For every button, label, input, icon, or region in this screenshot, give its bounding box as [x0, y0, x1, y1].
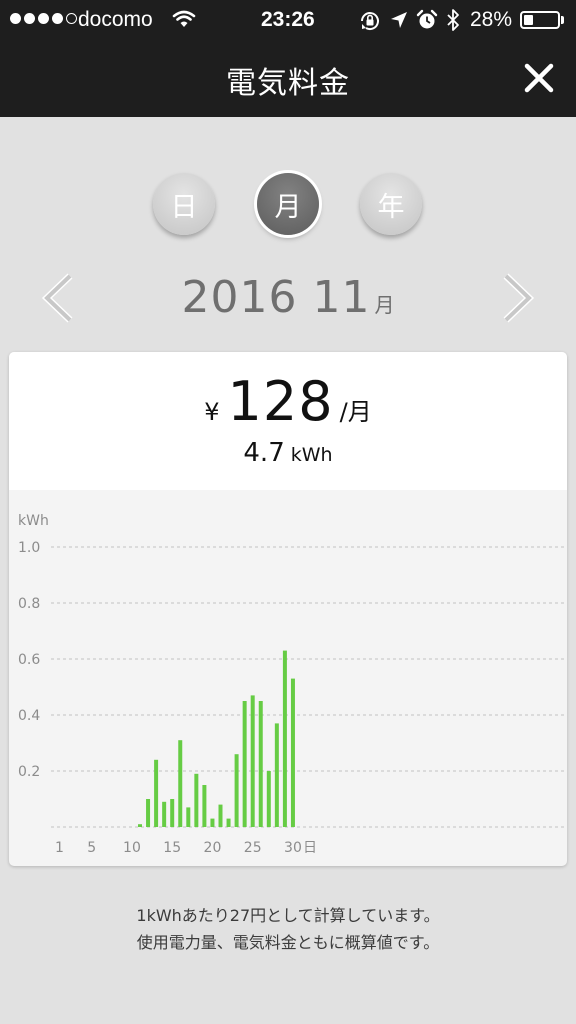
usage-bar — [146, 799, 151, 827]
date-unit: 月 — [374, 293, 395, 317]
energy-line: 4.7 kWh — [9, 438, 567, 468]
usage-bar — [178, 740, 183, 827]
tab-month[interactable]: 月 — [257, 173, 319, 235]
usage-bar — [194, 773, 199, 827]
energy-unit: kWh — [290, 444, 333, 466]
signal-dot — [38, 13, 49, 24]
battery-level-fill — [524, 15, 533, 25]
currency-symbol: ¥ — [204, 398, 220, 426]
x-tick-label: 5 — [87, 840, 96, 856]
x-tick-label: 15 — [163, 840, 181, 856]
tab-year[interactable]: 年 — [360, 173, 422, 235]
usage-bar — [186, 807, 191, 827]
battery-cap — [561, 16, 564, 24]
wifi-icon — [172, 10, 196, 27]
bluetooth-icon — [447, 9, 459, 31]
y-axis-label: kWh — [18, 513, 49, 529]
usage-bar — [202, 785, 207, 827]
nav-bar: 電気料金 — [0, 40, 576, 117]
usage-bar — [258, 701, 263, 827]
status-bar: docomo 23:26 28% — [0, 0, 576, 40]
energy-value: 4.7 — [243, 438, 285, 468]
usage-bar — [218, 804, 223, 827]
signal-dot — [66, 13, 77, 24]
next-month-arrow-icon[interactable] — [500, 272, 536, 324]
x-tick-label: 25 — [244, 840, 262, 856]
usage-bar — [162, 801, 167, 827]
x-tick-label: 30 — [284, 840, 302, 856]
signal-strength-icon — [10, 13, 77, 24]
y-tick-label: 0.6 — [18, 652, 40, 668]
y-tick-label: 0.2 — [18, 764, 40, 780]
usage-bar — [210, 818, 215, 827]
y-tick-label: 0.8 — [18, 596, 40, 612]
price-value: 128 — [227, 370, 334, 433]
usage-card: ¥128/月 4.7 kWh kWh 1.0 0.8 0.6 0.4 0.2 1 5 10 15 20… — [9, 352, 567, 866]
carrier-name: docomo — [78, 8, 153, 31]
footnote: 1kWhあたり27円として計算しています。 使用電力量、電気料金ともに概算値です… — [0, 902, 576, 956]
clock-time: 23:26 — [261, 8, 315, 31]
x-tick-label: 10 — [123, 840, 141, 856]
usage-bar — [250, 695, 255, 827]
usage-bar — [242, 701, 247, 827]
usage-bar — [266, 771, 271, 827]
usage-bar — [154, 759, 159, 827]
x-tick-label: 1 — [55, 840, 64, 856]
price-line: ¥128/月 — [9, 370, 567, 433]
usage-summary: ¥128/月 4.7 kWh — [9, 352, 567, 490]
usage-bar — [274, 723, 279, 827]
close-icon[interactable] — [518, 57, 560, 99]
orientation-lock-icon — [361, 12, 379, 31]
tab-day[interactable]: 日 — [153, 173, 215, 235]
date-value: 2016 11 — [181, 272, 371, 323]
usage-bar — [282, 650, 287, 827]
footnote-line-1: 1kWhあたり27円として計算しています。 — [136, 906, 440, 925]
x-tick-label: 20 — [204, 840, 222, 856]
y-tick-label: 0.4 — [18, 708, 40, 724]
battery-percentage: 28% — [470, 8, 513, 31]
y-tick-label: 1.0 — [18, 540, 40, 556]
battery-icon — [520, 11, 560, 29]
daily-usage-chart: kWh1.00.80.60.40.21 5 10 15 20 25 30 日 — [18, 513, 567, 856]
usage-bar — [226, 818, 231, 827]
footnote-line-2: 使用電力量、電気料金ともに概算値です。 — [136, 933, 440, 952]
usage-bar — [234, 754, 239, 827]
signal-dot — [10, 13, 21, 24]
alarm-icon — [416, 9, 438, 29]
signal-dot — [52, 13, 63, 24]
usage-bar — [138, 824, 142, 827]
location-arrow-icon — [391, 12, 407, 28]
signal-dot — [24, 13, 35, 24]
price-unit: /月 — [339, 398, 372, 426]
usage-bar — [170, 799, 175, 827]
x-axis-unit: 日 — [303, 840, 317, 856]
page-title: 電気料金 — [226, 66, 350, 101]
usage-bar — [290, 678, 295, 827]
date-label: 2016 11 月 — [0, 272, 576, 323]
